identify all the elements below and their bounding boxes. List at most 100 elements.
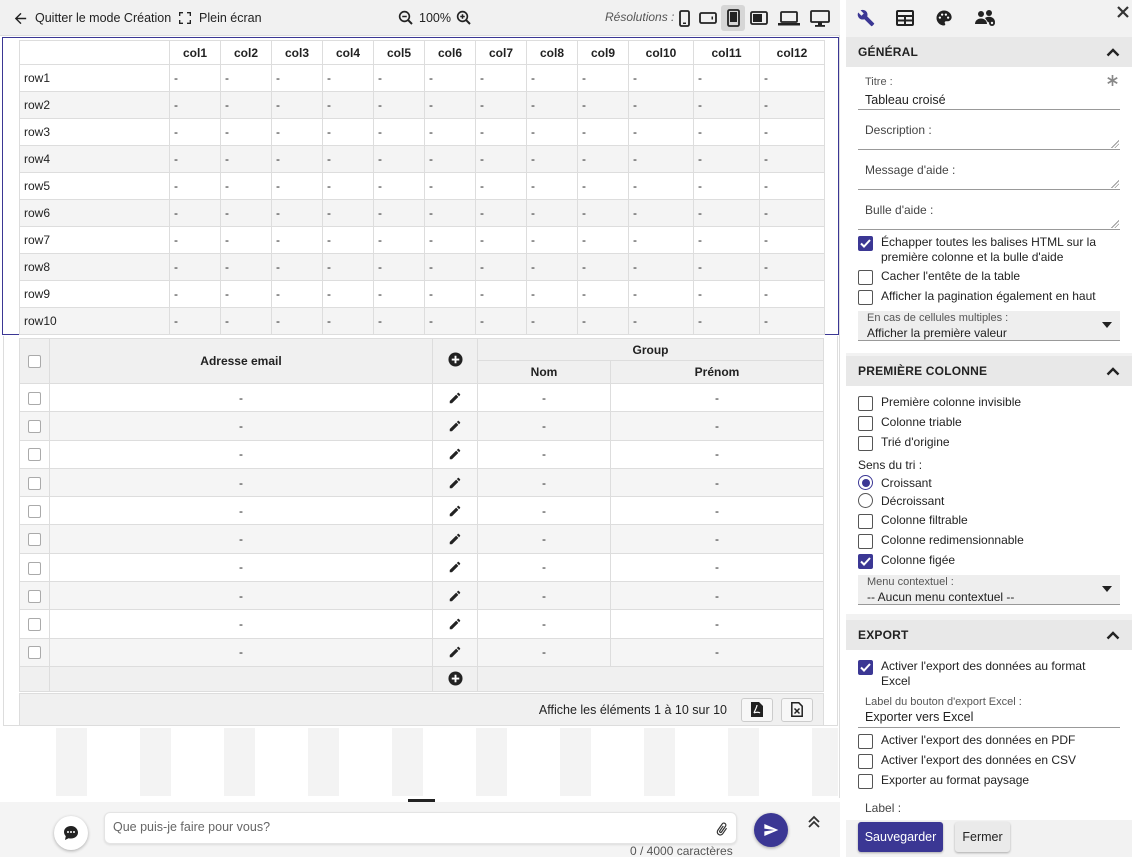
export-label-field[interactable]: Label : bbox=[858, 796, 1120, 818]
pencil-icon[interactable] bbox=[433, 617, 477, 631]
pencil-icon[interactable] bbox=[433, 589, 477, 603]
zoom-out-icon[interactable] bbox=[397, 9, 415, 27]
tab-permissions[interactable] bbox=[972, 7, 1000, 29]
zoom-in-icon[interactable] bbox=[455, 9, 473, 27]
tab-properties[interactable] bbox=[854, 7, 878, 29]
chevron-up-icon bbox=[1106, 47, 1120, 57]
pivot-cell: - bbox=[322, 64, 374, 92]
data-grid-widget[interactable]: Adresse email Group Nom Prénom ---------… bbox=[3, 336, 838, 726]
sort-descending-radio[interactable]: Décroissant bbox=[858, 493, 944, 508]
help-message-field[interactable]: Message d'aide : bbox=[858, 153, 1120, 190]
fullscreen-button[interactable]: Plein écran bbox=[177, 0, 262, 36]
section-header-export[interactable]: EXPORT bbox=[846, 620, 1132, 650]
pencil-icon[interactable] bbox=[433, 391, 477, 405]
csv-export-checkbox[interactable]: Activer l'export des données en CSV bbox=[858, 753, 1101, 769]
help-message-field-label: Message d'aide : bbox=[865, 163, 956, 177]
row-select-checkbox[interactable] bbox=[28, 476, 41, 490]
resize-handle-icon[interactable] bbox=[1111, 140, 1119, 148]
chat-history-button[interactable] bbox=[54, 816, 88, 850]
section-header-first-column[interactable]: PREMIÈRE COLONNE bbox=[846, 356, 1132, 386]
description-field[interactable]: Description : bbox=[858, 113, 1120, 150]
resolution-phone-portrait-button[interactable] bbox=[672, 5, 696, 31]
column-header-email[interactable]: Adresse email bbox=[49, 338, 433, 384]
pdf-export-checkbox[interactable]: Activer l'export des données en PDF bbox=[858, 733, 1101, 749]
excel-button-label-label: Label du bouton d'export Excel : bbox=[865, 696, 1022, 708]
section-header-general[interactable]: GÉNÉRAL bbox=[846, 37, 1132, 67]
hide-header-checkbox[interactable]: Cacher l'entête de la table bbox=[858, 269, 1101, 285]
add-circle-icon[interactable] bbox=[447, 352, 463, 367]
resolution-phone-landscape-button[interactable] bbox=[696, 5, 720, 31]
pivot-cell: - bbox=[693, 118, 760, 146]
pivot-cell: - bbox=[271, 307, 323, 335]
select-all-checkbox[interactable] bbox=[28, 355, 41, 369]
resize-handle-icon[interactable] bbox=[1111, 220, 1119, 228]
pivot-cell: - bbox=[526, 280, 578, 308]
add-circle-icon[interactable] bbox=[433, 671, 477, 686]
export-pdf-button[interactable] bbox=[741, 697, 773, 722]
quit-design-mode-button[interactable]: Quitter le mode Création bbox=[12, 0, 171, 36]
pivot-row: row3- - - - - - - - - - - - bbox=[19, 118, 825, 146]
excel-export-checkbox[interactable]: Activer l'export des données au format E… bbox=[858, 659, 1101, 689]
original-sort-checkbox[interactable]: Trié d'origine bbox=[858, 435, 1101, 451]
close-button[interactable]: Fermer bbox=[955, 822, 1010, 852]
prenom-cell: - bbox=[610, 609, 824, 639]
pencil-icon[interactable] bbox=[433, 645, 477, 659]
row-select-checkbox[interactable] bbox=[28, 561, 41, 575]
pencil-icon[interactable] bbox=[433, 504, 477, 518]
row-select-checkbox[interactable] bbox=[28, 646, 41, 660]
pivot-row-header: row10 bbox=[19, 307, 170, 335]
row-select-checkbox[interactable] bbox=[28, 391, 41, 405]
frozen-column-checkbox[interactable]: Colonne figée bbox=[858, 553, 1101, 569]
resizable-column-checkbox[interactable]: Colonne redimensionnable bbox=[858, 533, 1101, 549]
paperclip-icon[interactable] bbox=[714, 821, 730, 838]
row-select-checkbox[interactable] bbox=[28, 420, 41, 434]
pivot-cell: - bbox=[475, 307, 527, 335]
pivot-table-widget[interactable]: col1 col2 col3 col4 col5 col6 col7 col8 col9 col1… bbox=[2, 37, 839, 335]
pencil-icon[interactable] bbox=[433, 476, 477, 490]
pivot-cell: - bbox=[373, 253, 425, 281]
edit-cell bbox=[432, 467, 478, 498]
pivot-row: row8- - - - - - - - - - - - bbox=[19, 253, 825, 281]
resolution-desktop-button[interactable] bbox=[806, 5, 834, 31]
row-select-checkbox[interactable] bbox=[28, 505, 41, 518]
tab-style[interactable] bbox=[932, 7, 956, 29]
row-select-checkbox[interactable] bbox=[28, 448, 41, 462]
title-field[interactable]: Titre : Tableau croisé bbox=[858, 74, 1120, 110]
pivot-cell: - bbox=[759, 280, 825, 308]
escape-html-checkbox[interactable]: Échapper toutes les balises HTML sur la … bbox=[858, 235, 1101, 265]
export-excel-button[interactable] bbox=[781, 697, 813, 722]
pencil-icon[interactable] bbox=[433, 532, 477, 546]
send-message-button[interactable] bbox=[754, 813, 788, 847]
landscape-export-checkbox[interactable]: Exporter au format paysage bbox=[858, 773, 1101, 789]
resolution-laptop-button[interactable] bbox=[775, 5, 803, 31]
sortable-column-checkbox[interactable]: Colonne triable bbox=[858, 415, 1101, 431]
save-button[interactable]: Sauvegarder bbox=[858, 822, 943, 852]
close-icon[interactable] bbox=[1116, 5, 1130, 19]
pagination-top-checkbox[interactable]: Afficher la pagination également en haut bbox=[858, 289, 1121, 305]
resolution-tablet-portrait-button[interactable] bbox=[721, 5, 745, 31]
row-select-checkbox[interactable] bbox=[28, 589, 41, 603]
pivot-cell: - bbox=[169, 199, 221, 227]
context-menu-select[interactable]: Menu contextuel : -- Aucun menu contextu… bbox=[858, 575, 1120, 605]
excel-button-label-field[interactable]: Label du bouton d'export Excel : Exporte… bbox=[858, 694, 1120, 728]
column-header-prenom[interactable]: Prénom bbox=[610, 360, 824, 384]
column-header-nom[interactable]: Nom bbox=[477, 360, 611, 384]
tab-table[interactable] bbox=[893, 7, 917, 29]
chat-input[interactable]: Que puis-je faire pour vous? bbox=[104, 812, 737, 844]
pivot-cell: - bbox=[759, 145, 825, 173]
pencil-icon[interactable] bbox=[433, 419, 477, 433]
pencil-icon[interactable] bbox=[433, 560, 477, 574]
resize-handle-icon[interactable] bbox=[1111, 180, 1119, 188]
chevron-double-up-icon[interactable] bbox=[806, 814, 822, 830]
email-cell: - bbox=[49, 552, 433, 583]
first-column-invisible-checkbox[interactable]: Première colonne invisible bbox=[858, 395, 1101, 411]
row-select-checkbox[interactable] bbox=[28, 533, 41, 547]
resolution-tablet-landscape-button[interactable] bbox=[747, 5, 771, 31]
pencil-icon[interactable] bbox=[433, 447, 477, 461]
tooltip-field[interactable]: Bulle d'aide : bbox=[858, 193, 1120, 230]
multi-cells-select[interactable]: En cas de cellules multiples : Afficher … bbox=[858, 311, 1120, 341]
filterable-column-checkbox[interactable]: Colonne filtrable bbox=[858, 513, 1101, 529]
sort-ascending-radio[interactable]: Croissant bbox=[858, 475, 932, 490]
row-select-checkbox[interactable] bbox=[28, 618, 41, 632]
grid-body: ------------------------------ bbox=[19, 382, 824, 667]
